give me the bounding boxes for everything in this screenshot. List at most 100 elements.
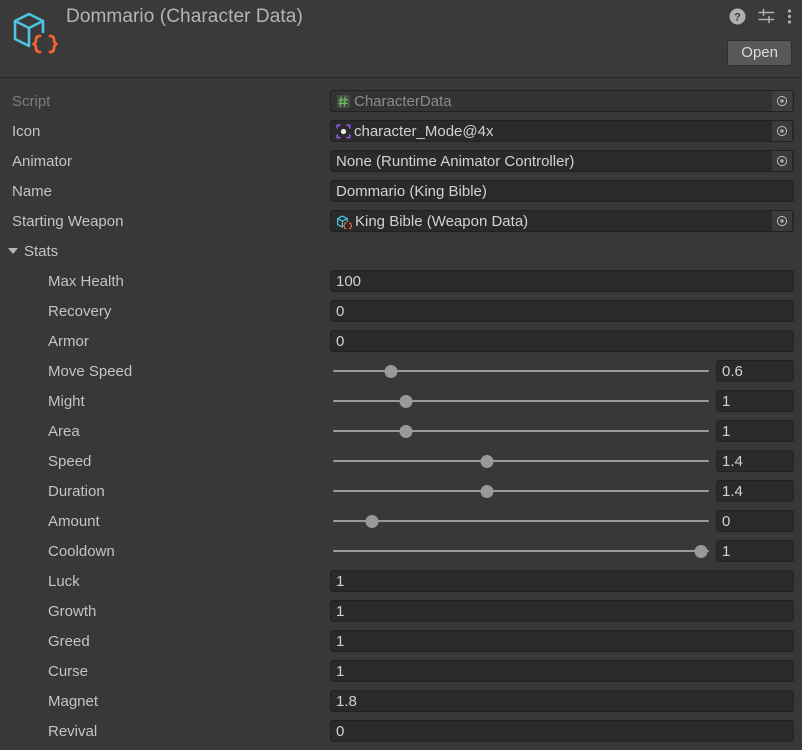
stat-number-input[interactable]: 1 bbox=[330, 600, 794, 622]
text-input-field[interactable]: Dommario (King Bible) bbox=[330, 180, 794, 202]
field-value: Dommario (King Bible) bbox=[336, 182, 487, 200]
stat-slider[interactable] bbox=[330, 510, 712, 532]
property-row: Name Dommario (King Bible) bbox=[0, 176, 802, 206]
stat-number-input[interactable]: 0 bbox=[330, 330, 794, 352]
inspector-body: Script CharacterData Icon character_Mode@4x… bbox=[0, 78, 802, 746]
stat-value: 1 bbox=[336, 602, 345, 620]
stat-row: Move Speed 0.6 bbox=[0, 356, 802, 386]
stat-label: Amount bbox=[48, 512, 100, 530]
stat-number-input[interactable]: 0 bbox=[330, 300, 794, 322]
stat-value: 1.4 bbox=[722, 482, 743, 500]
stats-foldout-label: Stats bbox=[24, 242, 59, 260]
stat-slider[interactable] bbox=[330, 480, 712, 502]
slider-handle[interactable] bbox=[399, 394, 413, 408]
stat-label: Growth bbox=[48, 602, 97, 620]
property-label: Animator bbox=[12, 152, 73, 170]
stat-row: Greed 1 bbox=[0, 626, 802, 656]
object-reference-field[interactable]: character_Mode@4x bbox=[330, 120, 794, 142]
stat-number-input[interactable]: 1 bbox=[330, 570, 794, 592]
slider-handle[interactable] bbox=[480, 484, 494, 498]
sprite-icon bbox=[336, 124, 351, 139]
stat-slider[interactable] bbox=[330, 540, 712, 562]
stat-number-input[interactable]: 0.6 bbox=[716, 360, 794, 382]
stats-foldout[interactable]: Stats bbox=[0, 243, 330, 260]
slider-handle[interactable] bbox=[384, 364, 398, 378]
help-icon[interactable]: ? bbox=[729, 8, 746, 25]
object-picker-button[interactable] bbox=[772, 91, 792, 111]
property-row: Animator None (Runtime Animator Controlle… bbox=[0, 146, 802, 176]
stat-row: Recovery 0 bbox=[0, 296, 802, 326]
slider-handle[interactable] bbox=[480, 454, 494, 468]
scriptable-object-icon bbox=[10, 8, 58, 56]
stat-label: Speed bbox=[48, 452, 92, 470]
property-row: Script CharacterData bbox=[0, 86, 802, 116]
chevron-down-icon[interactable] bbox=[8, 247, 18, 254]
stat-number-input[interactable]: 1 bbox=[330, 660, 794, 682]
slider-track[interactable] bbox=[333, 430, 709, 432]
stat-value: 1 bbox=[722, 542, 731, 560]
property-label: Icon bbox=[12, 122, 41, 140]
cs-script-icon bbox=[336, 94, 351, 109]
stats-list: Max Health 100 Recovery 0 Armor 0 Move Speed 0.… bbox=[0, 266, 802, 746]
stat-value: 1 bbox=[722, 392, 731, 410]
object-reference-field[interactable]: King Bible (Weapon Data) bbox=[330, 210, 794, 232]
stat-number-input[interactable]: 1.8 bbox=[330, 690, 794, 712]
stat-slider[interactable] bbox=[330, 420, 712, 442]
property-label: Starting Weapon bbox=[12, 212, 124, 230]
stat-row: Curse 1 bbox=[0, 656, 802, 686]
stat-number-input[interactable]: 1 bbox=[716, 420, 794, 442]
slider-track[interactable] bbox=[333, 520, 709, 522]
stat-number-input[interactable]: 0 bbox=[716, 510, 794, 532]
slider-handle[interactable] bbox=[399, 424, 413, 438]
object-picker-button[interactable] bbox=[772, 121, 792, 141]
stat-row: Max Health 100 bbox=[0, 266, 802, 296]
stat-label: Greed bbox=[48, 632, 90, 650]
stat-number-input[interactable]: 100 bbox=[330, 270, 794, 292]
stat-label: Revival bbox=[48, 722, 98, 740]
inspector-header: Dommario (Character Data) ? Open bbox=[0, 0, 802, 78]
slider-track[interactable] bbox=[333, 490, 709, 492]
stat-label: Cooldown bbox=[48, 542, 115, 560]
stat-slider[interactable] bbox=[330, 450, 712, 472]
header-icon-group: ? bbox=[729, 8, 792, 25]
property-label: Name bbox=[12, 182, 53, 200]
stat-value: 0 bbox=[336, 722, 345, 740]
slider-track[interactable] bbox=[333, 550, 709, 552]
stat-value: 1 bbox=[336, 632, 345, 650]
stat-number-input[interactable]: 1.4 bbox=[716, 480, 794, 502]
stat-number-input[interactable]: 1 bbox=[330, 630, 794, 652]
stat-row: Revival 0 bbox=[0, 716, 802, 746]
object-reference-field[interactable]: None (Runtime Animator Controller) bbox=[330, 150, 794, 172]
preset-settings-icon[interactable] bbox=[757, 8, 776, 25]
stat-value: 100 bbox=[336, 272, 362, 290]
slider-handle[interactable] bbox=[694, 544, 708, 558]
stat-value: 1 bbox=[336, 572, 345, 590]
stat-number-input[interactable]: 0 bbox=[330, 720, 794, 742]
stats-foldout-row[interactable]: Stats bbox=[0, 236, 802, 266]
stat-number-input[interactable]: 1.4 bbox=[716, 450, 794, 472]
open-button[interactable]: Open bbox=[727, 40, 792, 67]
object-picker-button[interactable] bbox=[772, 211, 792, 231]
stat-slider[interactable] bbox=[330, 360, 712, 382]
slider-track[interactable] bbox=[333, 460, 709, 462]
field-value: character_Mode@4x bbox=[354, 122, 494, 140]
stat-number-input[interactable]: 1 bbox=[716, 390, 794, 412]
stat-row: Area 1 bbox=[0, 416, 802, 446]
stat-slider[interactable] bbox=[330, 390, 712, 412]
field-value: None (Runtime Animator Controller) bbox=[336, 152, 575, 170]
more-options-icon[interactable] bbox=[787, 8, 792, 25]
stat-label: Move Speed bbox=[48, 362, 133, 380]
stat-value: 1.4 bbox=[722, 452, 743, 470]
scriptable-object-icon-small bbox=[336, 214, 352, 229]
stat-row: Speed 1.4 bbox=[0, 446, 802, 476]
stat-value: 0 bbox=[722, 512, 731, 530]
slider-track[interactable] bbox=[333, 400, 709, 402]
slider-handle[interactable] bbox=[365, 514, 379, 528]
object-reference-field[interactable]: CharacterData bbox=[330, 90, 794, 112]
stat-label: Armor bbox=[48, 332, 89, 350]
page-title: Dommario (Character Data) bbox=[66, 6, 303, 27]
object-picker-button[interactable] bbox=[772, 151, 792, 171]
stat-number-input[interactable]: 1 bbox=[716, 540, 794, 562]
svg-text:?: ? bbox=[734, 12, 741, 24]
stat-label: Duration bbox=[48, 482, 105, 500]
